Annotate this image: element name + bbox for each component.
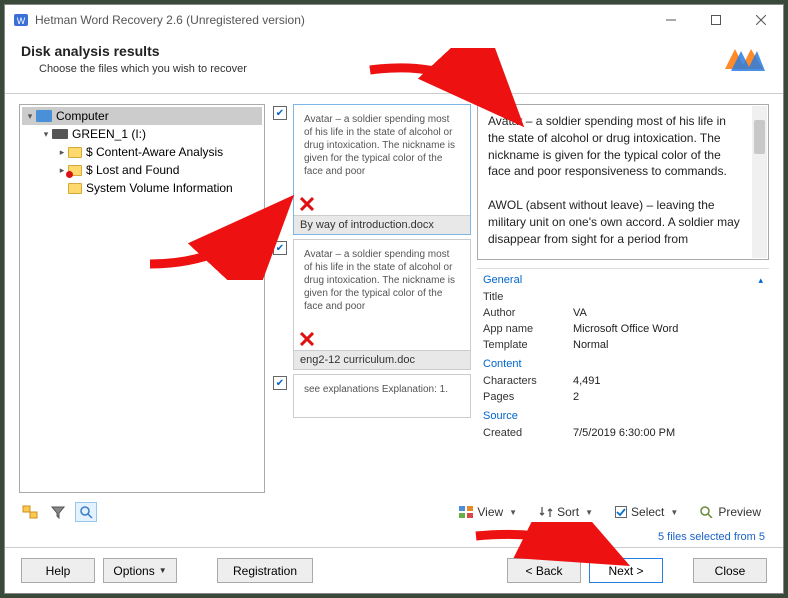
page-title: Disk analysis results	[21, 43, 721, 59]
meta-row: Created7/5/2019 6:30:00 PM	[477, 425, 769, 441]
app-icon: W	[13, 12, 29, 28]
select-menu[interactable]: Select▼	[607, 501, 686, 523]
file-name: By way of introduction.docx	[294, 215, 470, 234]
tree-node-item[interactable]: ▸ $ Lost and Found	[22, 161, 262, 179]
options-button[interactable]: Options▼	[103, 558, 177, 583]
chevron-up-icon: ▴	[758, 275, 763, 286]
minimize-button[interactable]	[648, 5, 693, 35]
help-button[interactable]: Help	[21, 558, 95, 583]
file-name: eng2-12 curriculum.doc	[294, 350, 470, 369]
preview-toggle[interactable]: Preview	[692, 501, 769, 523]
tree-node-item[interactable]: ▸ $ Content-Aware Analysis	[22, 143, 262, 161]
back-button[interactable]: < Back	[507, 558, 581, 583]
tree-label: Computer	[56, 109, 109, 123]
meta-row: AuthorVA	[477, 305, 769, 321]
folder-icon	[68, 183, 82, 194]
tree-label: $ Content-Aware Analysis	[86, 145, 223, 159]
file-thumbnail: Avatar – a soldier spending most of his …	[294, 105, 470, 215]
file-checkbox[interactable]	[273, 376, 287, 390]
file-item[interactable]: Avatar – a soldier spending most of his …	[271, 239, 471, 370]
file-card[interactable]: Avatar – a soldier spending most of his …	[293, 239, 471, 370]
meta-section-content[interactable]: Content	[477, 355, 769, 373]
next-button[interactable]: Next >	[589, 558, 663, 583]
computer-icon	[36, 110, 52, 122]
tree-node-item[interactable]: System Volume Information	[22, 179, 262, 197]
chevron-down-icon[interactable]: ▾	[40, 129, 52, 140]
page-subtitle: Choose the files which you wish to recov…	[39, 63, 721, 75]
file-card[interactable]: see explanations Explanation: 1.	[293, 374, 471, 418]
search-icon[interactable]	[75, 502, 97, 522]
meta-row: Characters4,491	[477, 373, 769, 389]
icon-button-1[interactable]	[19, 502, 41, 522]
tree-label: System Volume Information	[86, 181, 233, 195]
file-checkbox[interactable]	[273, 241, 287, 255]
meta-row: Title	[477, 289, 769, 305]
file-list: Avatar – a soldier spending most of his …	[271, 104, 471, 493]
folder-icon	[68, 147, 82, 158]
maximize-button[interactable]	[693, 5, 738, 35]
meta-section-general[interactable]: General ▴	[477, 271, 769, 289]
tree-label: $ Lost and Found	[86, 163, 179, 177]
tree-node-computer[interactable]: ▾ Computer	[22, 107, 262, 125]
file-item[interactable]: Avatar – a soldier spending most of his …	[271, 104, 471, 235]
filter-icon[interactable]	[47, 502, 69, 522]
close-window-button[interactable]	[738, 5, 783, 35]
preview-pane[interactable]: Avatar – a soldier spending most of his …	[477, 104, 769, 260]
deleted-icon	[300, 332, 314, 346]
window-title: Hetman Word Recovery 2.6 (Unregistered v…	[35, 13, 305, 27]
folder-tree[interactable]: ▾ Computer ▾ GREEN_1 (I:) ▸ $ Content-Aw…	[19, 104, 265, 493]
meta-row: Pages2	[477, 389, 769, 405]
brand-logo	[721, 43, 767, 83]
preview-scrollbar[interactable]	[752, 106, 767, 258]
meta-row: TemplateNormal	[477, 337, 769, 353]
deleted-icon	[300, 197, 314, 211]
selection-status: 5 files selected from 5	[5, 531, 783, 547]
drive-icon	[52, 129, 68, 139]
registration-button[interactable]: Registration	[217, 558, 313, 583]
file-thumbnail: Avatar – a soldier spending most of his …	[294, 240, 470, 350]
chevron-right-icon[interactable]: ▸	[56, 147, 68, 158]
preview-content: Avatar – a soldier spending most of his …	[488, 113, 758, 247]
folder-icon	[68, 165, 82, 176]
meta-row: App nameMicrosoft Office Word	[477, 321, 769, 337]
svg-text:W: W	[17, 16, 26, 26]
file-item[interactable]: see explanations Explanation: 1.	[271, 374, 471, 418]
tree-label: GREEN_1 (I:)	[72, 127, 146, 141]
file-thumbnail: see explanations Explanation: 1.	[294, 375, 470, 418]
tree-node-drive[interactable]: ▾ GREEN_1 (I:)	[22, 125, 262, 143]
close-button[interactable]: Close	[693, 558, 767, 583]
meta-section-source[interactable]: Source	[477, 407, 769, 425]
chevron-down-icon[interactable]: ▾	[24, 111, 36, 122]
view-menu[interactable]: View▼	[451, 501, 525, 523]
file-checkbox[interactable]	[273, 106, 287, 120]
sort-menu[interactable]: Sort▼	[531, 501, 601, 523]
metadata-panel: General ▴ Title AuthorVA App nameMicroso…	[477, 268, 769, 443]
file-card[interactable]: Avatar – a soldier spending most of his …	[293, 104, 471, 235]
